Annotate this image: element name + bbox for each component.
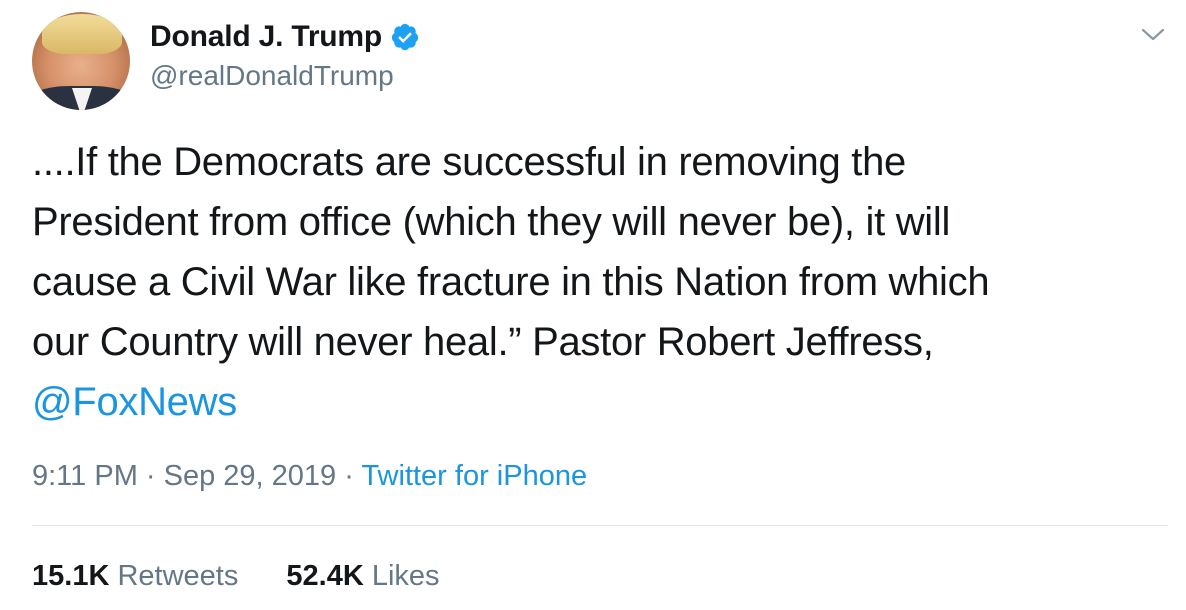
verified-badge-icon: [391, 23, 419, 51]
tweet-text-line: ....If the Democrats are successful in r…: [32, 140, 906, 184]
user-display-name[interactable]: Donald J. Trump: [150, 20, 382, 54]
likes-stat[interactable]: 52.4K Likes: [286, 560, 439, 592]
tweet-text-line: cause a Civil War like fracture in this …: [32, 260, 990, 304]
tweet-date[interactable]: Sep 29, 2019: [164, 460, 337, 492]
tweet-text-line: our Country will never heal.” Pastor Rob…: [32, 320, 934, 364]
divider: [32, 525, 1168, 526]
retweets-count: 15.1K: [32, 560, 110, 592]
tweet-text: ....If the Democrats are successful in r…: [32, 132, 1152, 432]
user-name-row[interactable]: Donald J. Trump: [150, 20, 420, 54]
likes-label: Likes: [371, 560, 440, 592]
avatar[interactable]: [32, 12, 130, 110]
retweets-stat[interactable]: 15.1K Retweets: [32, 560, 246, 592]
likes-count: 52.4K: [286, 560, 364, 592]
avatar-hair: [42, 14, 122, 54]
tweet-meta: 9:11 PM · Sep 29, 2019 · Twitter for iPh…: [32, 460, 587, 493]
user-handle[interactable]: @realDonaldTrump: [150, 60, 394, 92]
tweet-text-line: President from office (which they will n…: [32, 200, 951, 244]
tweet-stats: 15.1K Retweets 52.4K Likes: [32, 560, 480, 593]
meta-separator: ·: [336, 460, 362, 492]
meta-separator: ·: [137, 460, 164, 492]
tweet-source-link[interactable]: Twitter for iPhone: [361, 460, 587, 492]
retweets-label: Retweets: [117, 560, 239, 592]
tweet-time[interactable]: 9:11 PM: [32, 460, 138, 492]
mention-link[interactable]: @FoxNews: [32, 380, 237, 424]
chevron-down-icon[interactable]: [1138, 22, 1168, 46]
